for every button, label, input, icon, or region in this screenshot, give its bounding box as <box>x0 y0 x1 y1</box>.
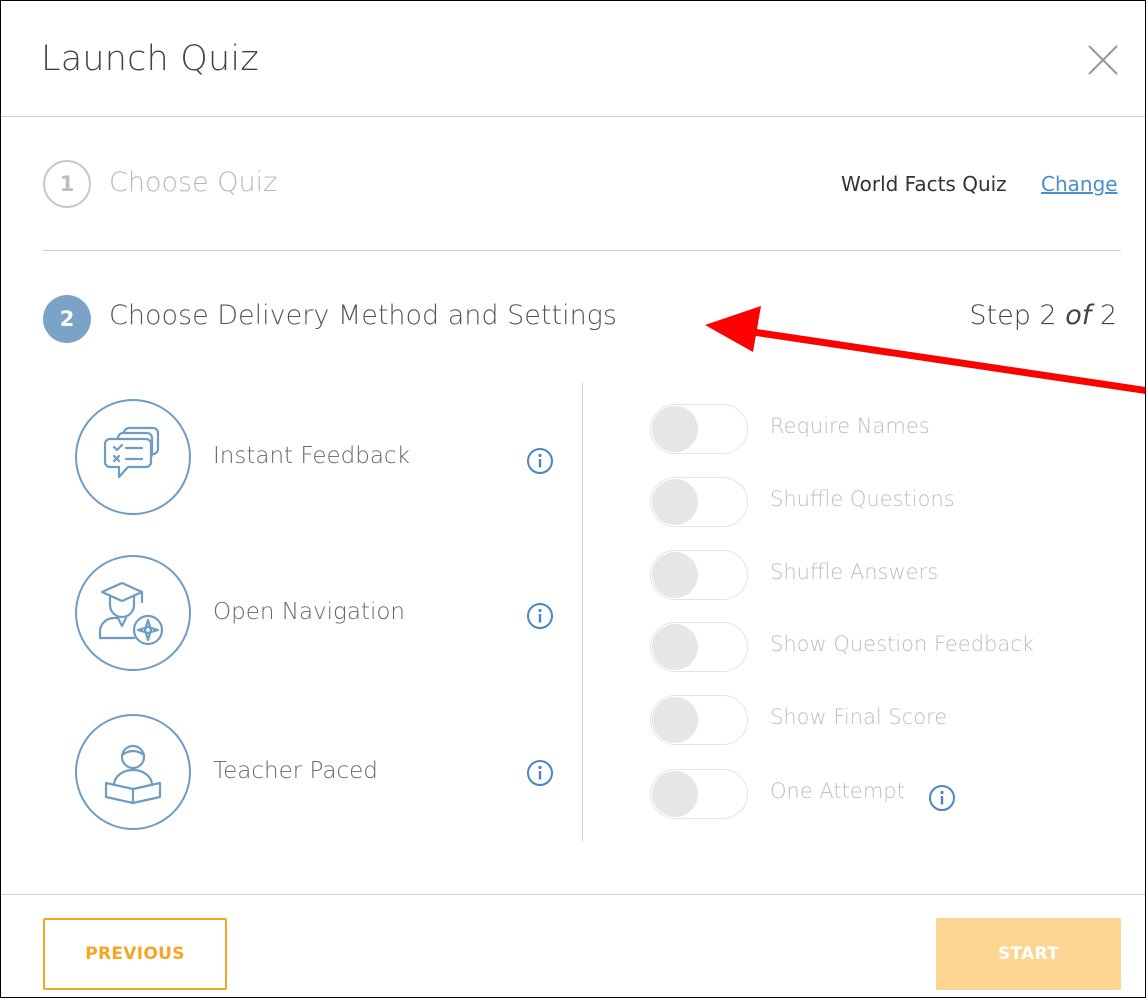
toggle-knob <box>652 771 698 817</box>
step-divider <box>43 250 1121 251</box>
settings-divider <box>582 383 583 841</box>
toggle-knob <box>652 697 698 743</box>
setting-label: Shuffle Questions <box>770 487 955 511</box>
close-icon[interactable] <box>1085 42 1121 78</box>
shuffle-answers-toggle[interactable] <box>650 550 748 600</box>
toggle-knob <box>652 552 698 598</box>
modal-title: Launch Quiz <box>41 39 259 79</box>
method-label: Open Navigation <box>213 599 405 625</box>
previous-button[interactable]: PREVIOUS <box>43 918 227 990</box>
require-names-toggle[interactable] <box>650 404 748 454</box>
teacher-reading-icon <box>75 714 191 830</box>
setting-shuffle-questions: Shuffle Questions <box>650 477 1120 527</box>
selected-quiz-name: World Facts Quiz <box>841 172 1007 196</box>
setting-label: Show Question Feedback <box>770 632 1034 656</box>
shuffle-questions-toggle[interactable] <box>650 477 748 527</box>
setting-label: Show Final Score <box>770 705 948 729</box>
setting-label: One Attempt <box>770 779 905 803</box>
setting-shuffle-answers: Shuffle Answers <box>650 550 1120 600</box>
one-attempt-info-icon[interactable] <box>928 784 956 812</box>
toggle-knob <box>652 479 698 525</box>
method-label: Instant Feedback <box>213 443 410 469</box>
method-instant-feedback[interactable]: Instant Feedback <box>75 399 555 519</box>
setting-show-final-score: Show Final Score <box>650 695 1120 745</box>
step1-label: Choose Quiz <box>109 167 278 198</box>
step1-number: 1 <box>43 160 91 208</box>
show-final-score-toggle[interactable] <box>650 695 748 745</box>
info-icon[interactable] <box>526 447 554 475</box>
info-icon[interactable] <box>526 759 554 787</box>
chat-cards-icon <box>75 399 191 515</box>
step-counter-of: of <box>1065 300 1092 331</box>
method-open-navigation[interactable]: Open Navigation <box>75 555 555 675</box>
setting-label: Require Names <box>770 414 930 438</box>
step-counter-total: 2 <box>1091 300 1117 331</box>
toggle-knob <box>652 624 698 670</box>
setting-label: Shuffle Answers <box>770 560 939 584</box>
setting-show-question-feedback: Show Question Feedback <box>650 622 1120 672</box>
launch-quiz-modal: Launch Quiz 1 Choose Quiz World Facts Qu… <box>0 0 1146 998</box>
start-button[interactable]: START <box>936 918 1121 990</box>
method-label: Teacher Paced <box>213 758 378 784</box>
change-quiz-link[interactable]: Change <box>1041 172 1118 196</box>
step2-number: 2 <box>43 295 91 343</box>
step2-label: Choose Delivery Method and Settings <box>109 300 617 331</box>
header-divider <box>1 116 1145 117</box>
toggle-knob <box>652 406 698 452</box>
setting-require-names: Require Names <box>650 404 1120 454</box>
step-counter-prefix: Step 2 <box>969 300 1066 331</box>
student-compass-icon <box>75 555 191 671</box>
info-icon[interactable] <box>526 602 554 630</box>
step-counter: Step 2 of 2 <box>969 300 1117 331</box>
show-question-feedback-toggle[interactable] <box>650 622 748 672</box>
setting-one-attempt: One Attempt <box>650 769 1120 819</box>
method-teacher-paced[interactable]: Teacher Paced <box>75 714 555 834</box>
footer-divider <box>1 894 1145 895</box>
one-attempt-toggle[interactable] <box>650 769 748 819</box>
